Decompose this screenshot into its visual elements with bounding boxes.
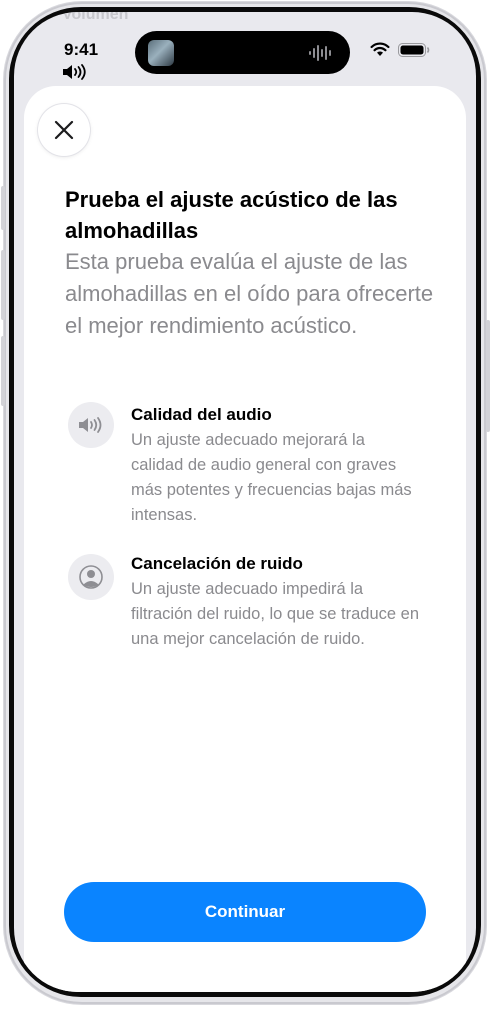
side-button-right: [486, 320, 490, 432]
dynamic-island[interactable]: [135, 31, 350, 74]
close-button[interactable]: [38, 104, 90, 156]
speaker-icon: [63, 64, 86, 80]
side-button-left: [1, 336, 5, 406]
feature-icon-audio-quality: [68, 402, 114, 448]
speaker-icon: [79, 417, 102, 433]
feature-title-noise-cancellation: Cancelación de ruido: [131, 554, 303, 573]
side-button-left: [1, 250, 5, 320]
feature-desc-audio-quality: Un ajuste adecuado mejorará la calidad d…: [131, 431, 412, 524]
continue-button[interactable]: Continuar: [64, 882, 426, 942]
waveform-icon: [309, 45, 331, 61]
feature-title-audio-quality: Calidad del audio: [131, 405, 272, 424]
album-art-icon: [148, 40, 174, 66]
battery-icon: [398, 43, 430, 57]
status-time: 9:41: [64, 40, 99, 59]
person-noise-icon: [79, 565, 103, 589]
feature-icon-noise-cancellation: [68, 554, 114, 600]
close-icon: [54, 120, 74, 140]
sheet-title: Prueba el ajuste acústico de las almohad…: [65, 187, 398, 243]
wifi-icon: [370, 42, 390, 56]
fit-test-sheet: Prueba el ajuste acústico de las almohad…: [24, 86, 466, 992]
screen: Volumen 9:41 Prueba el ajuste acústico d…: [14, 12, 476, 992]
sheet-subtitle: Esta prueba evalúa el ajuste de las almo…: [65, 249, 434, 338]
side-button-left: [1, 186, 5, 230]
feature-desc-noise-cancellation: Un ajuste adecuado impedirá la filtració…: [131, 580, 420, 648]
background-volume-label: Volumen: [62, 12, 129, 23]
